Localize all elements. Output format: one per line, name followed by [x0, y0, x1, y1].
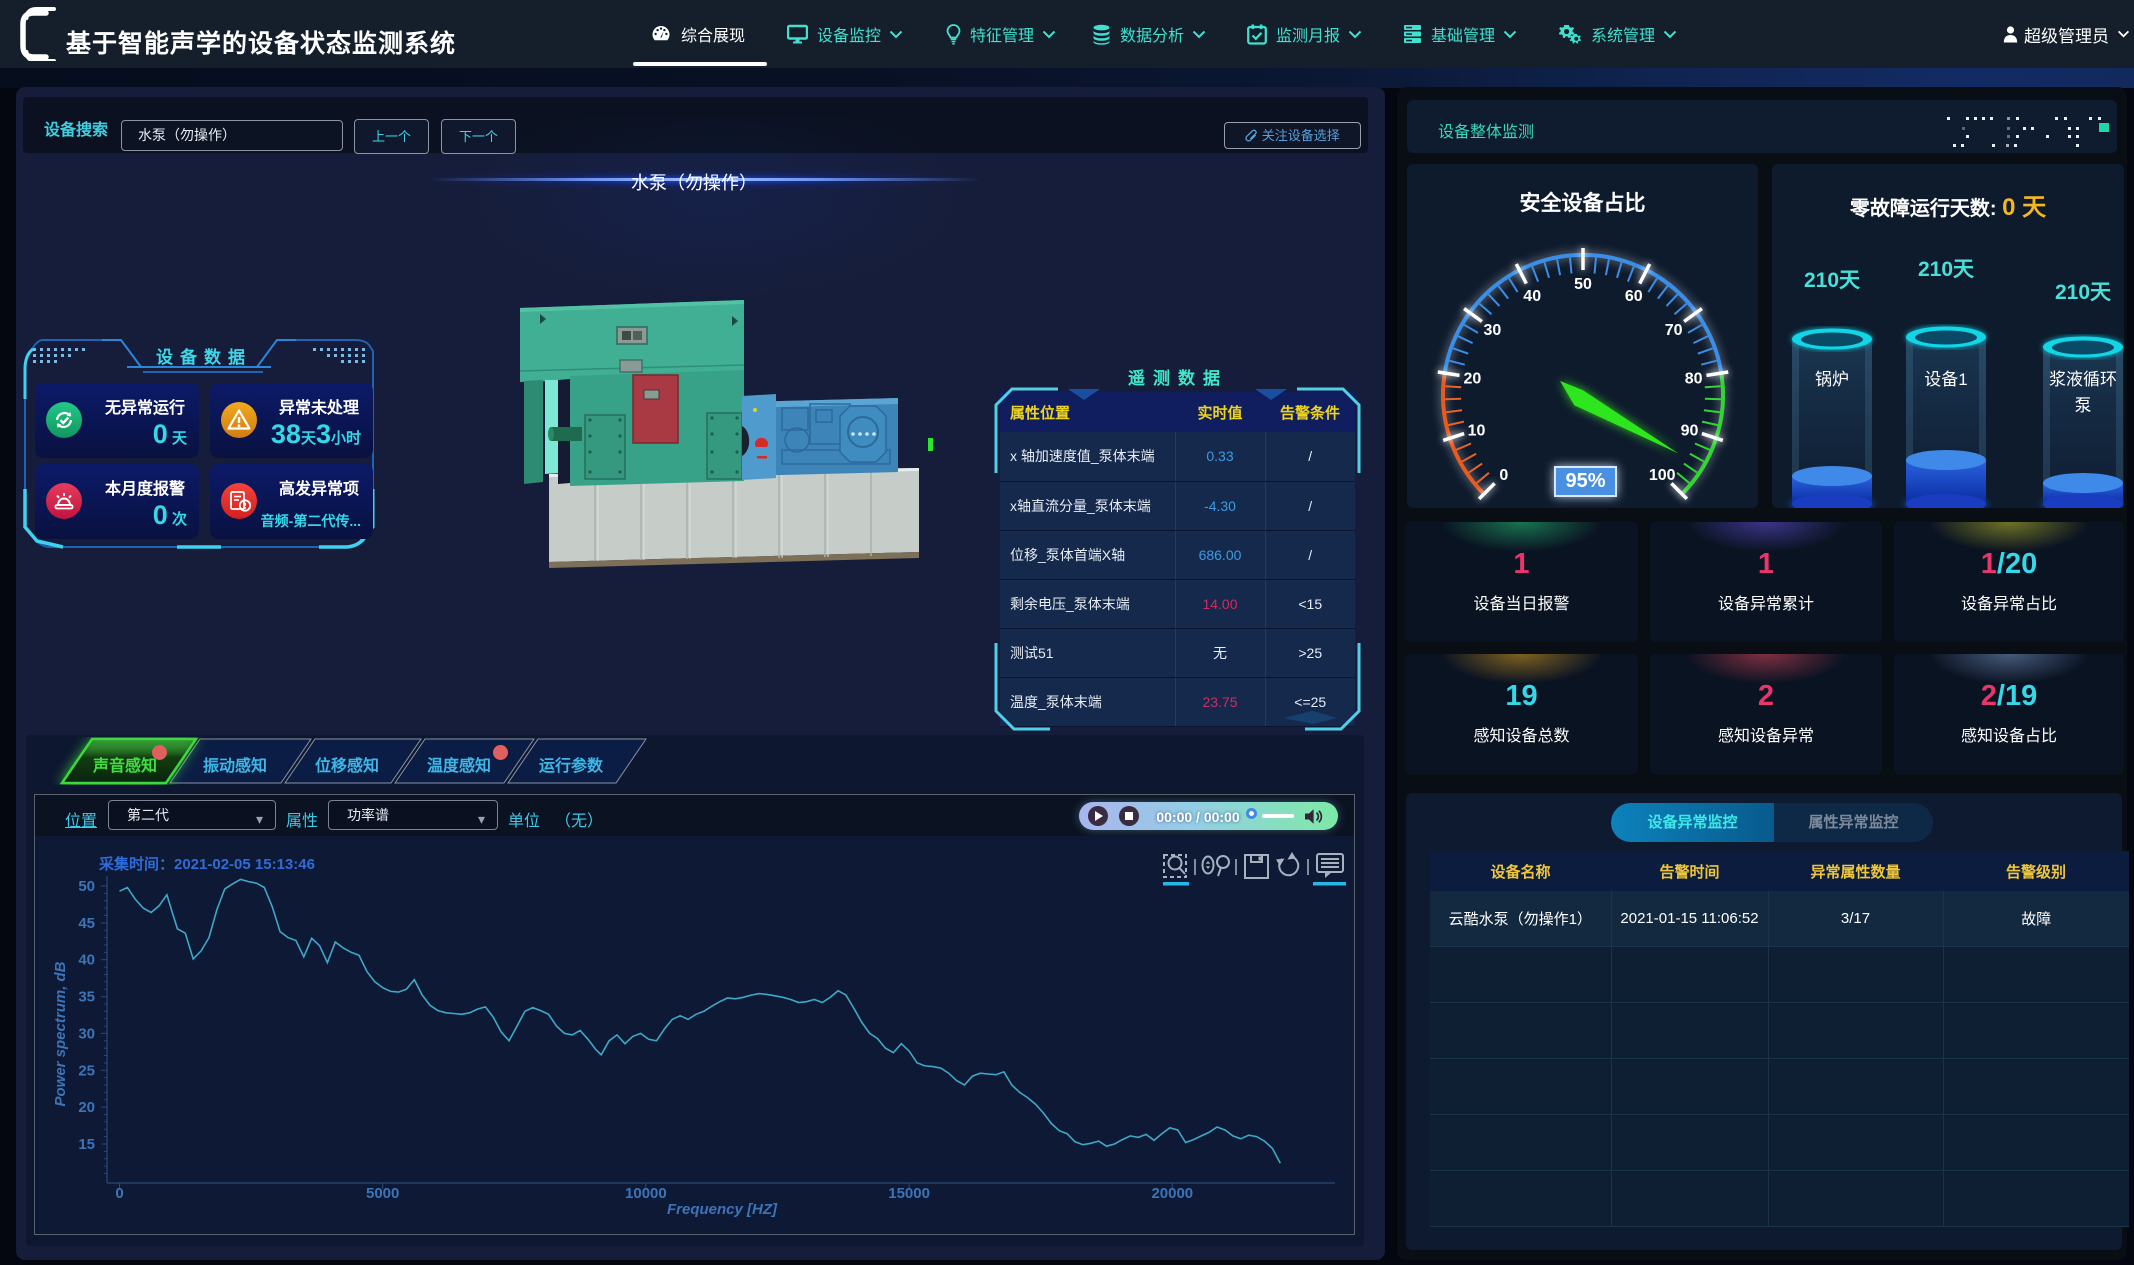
svg-text:30: 30: [1484, 322, 1502, 339]
svg-text:100: 100: [1649, 467, 1676, 484]
svg-text:0: 0: [115, 1185, 123, 1202]
svg-text:5000: 5000: [366, 1185, 399, 1202]
svg-text:50: 50: [1574, 276, 1592, 293]
svg-text:20: 20: [1464, 371, 1482, 388]
svg-text:10: 10: [1468, 423, 1486, 440]
svg-text:20000: 20000: [1151, 1185, 1193, 1202]
svg-text:60: 60: [1625, 288, 1643, 305]
svg-text:25: 25: [78, 1062, 95, 1079]
svg-text:40: 40: [78, 952, 95, 969]
svg-text:Power spectrum, dB: Power spectrum, dB: [52, 961, 69, 1106]
svg-text:80: 80: [1685, 371, 1703, 388]
svg-text:90: 90: [1681, 423, 1699, 440]
svg-text:Frequency [HZ]: Frequency [HZ]: [667, 1201, 778, 1218]
svg-text:30: 30: [78, 1025, 95, 1042]
svg-text:15: 15: [78, 1136, 95, 1153]
svg-text:15000: 15000: [888, 1185, 930, 1202]
svg-text:0: 0: [1499, 467, 1508, 484]
svg-text:20: 20: [78, 1099, 95, 1116]
svg-text:70: 70: [1665, 322, 1683, 339]
svg-text:50: 50: [78, 878, 95, 895]
svg-text:10000: 10000: [625, 1185, 667, 1202]
svg-text:45: 45: [78, 915, 95, 932]
svg-text:35: 35: [78, 989, 95, 1006]
svg-text:40: 40: [1523, 288, 1541, 305]
